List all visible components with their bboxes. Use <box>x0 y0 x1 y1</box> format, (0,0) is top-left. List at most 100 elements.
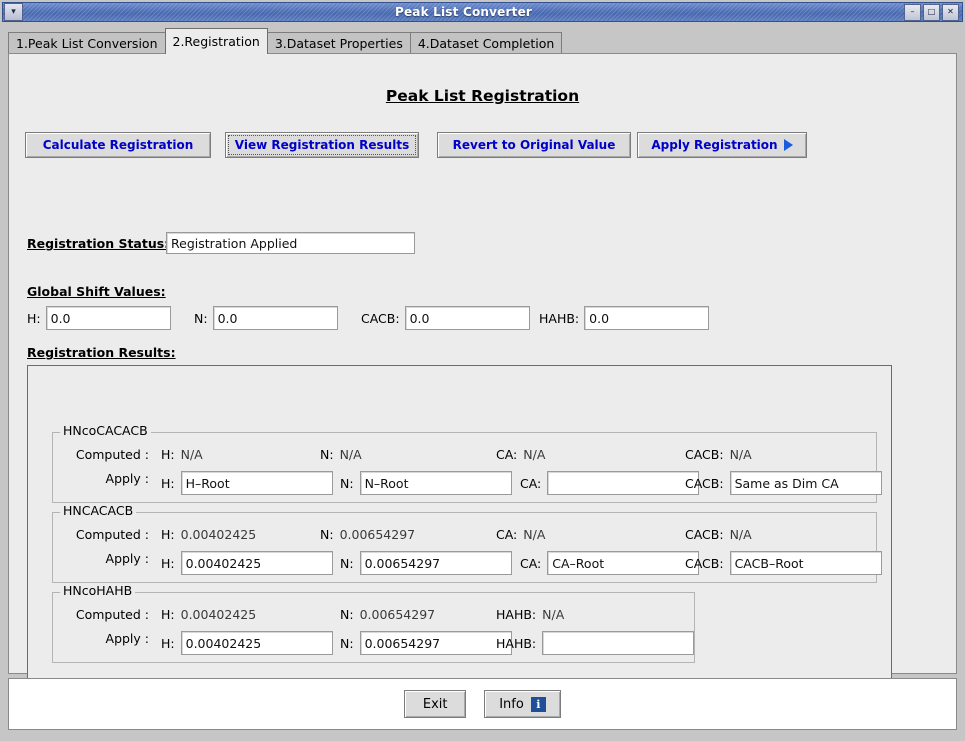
title-bar: ▾ Peak List Converter – □ ✕ <box>2 2 963 22</box>
tab-list: 1.Peak List Conversion 2.Registration 3.… <box>8 28 561 54</box>
group-hncohahb-title: HNcoHAHB <box>60 585 135 598</box>
revert-to-original-value-button[interactable]: Revert to Original Value <box>437 132 631 158</box>
val: 0.00654297 <box>360 607 436 622</box>
group-hncohahb-computed-row: Computed : H: 0.00402425 N: 0.00654297 H… <box>53 607 694 625</box>
hncacacb-apply-ca: CA: CA–Root <box>520 551 699 575</box>
hncacacb-apply-n: N: 0.00654297 <box>340 551 512 575</box>
cap: HAHB: <box>496 636 536 651</box>
hncohahb-apply-h-input[interactable]: 0.00402425 <box>181 631 333 655</box>
hncohahb-computed-n: N: 0.00654297 <box>340 607 435 622</box>
hncohahb-apply-n: N: 0.00654297 <box>340 631 512 655</box>
global-shift-h: H: 0.0 <box>27 306 171 330</box>
global-shift-cacb: CACB: 0.0 <box>361 306 530 330</box>
global-shift-h-input[interactable]: 0.0 <box>46 306 171 330</box>
hncohahb-computed-hahb: HAHB: N/A <box>496 607 564 622</box>
group-hncacacb: HNCACACB Computed : H: 0.00402425 N: 0.0… <box>52 512 877 583</box>
global-shift-values-row: H: 0.0 N: 0.0 CACB: 0.0 HAHB: 0.0 <box>27 306 727 330</box>
minimize-icon[interactable]: – <box>904 4 921 21</box>
registration-status-label: Registration Status: <box>27 236 169 251</box>
tab-dataset-properties[interactable]: 3.Dataset Properties <box>267 32 411 54</box>
group-hncohahb: HNcoHAHB Computed : H: 0.00402425 N: 0.0… <box>52 592 695 663</box>
group-hncacacb-computed-row: Computed : H: 0.00402425 N: 0.00654297 C… <box>53 527 876 545</box>
apply-row-label: Apply : <box>53 471 149 486</box>
cap: CACB: <box>685 476 724 491</box>
group-hncacacb-apply-row: Apply : H: 0.00402425 N: 0.00654297 CA: … <box>53 551 876 575</box>
hncohahb-computed-h: H: 0.00402425 <box>161 607 256 622</box>
val: 0.00654297 <box>340 527 416 542</box>
global-shift-hahb-input[interactable]: 0.0 <box>584 306 709 330</box>
group-hncocacacb-computed-row: Computed : H: N/A N: N/A CA: N/A CACB: <box>53 447 876 465</box>
maximize-icon[interactable]: □ <box>923 4 940 21</box>
global-shift-h-label: H: <box>27 311 41 326</box>
registration-status-field[interactable]: Registration Applied <box>166 232 415 254</box>
cap: N: <box>320 447 334 462</box>
apply-row-label: Apply : <box>53 551 149 566</box>
global-shift-cacb-input[interactable]: 0.0 <box>405 306 530 330</box>
hncohahb-apply-hahb: HAHB: <box>496 631 694 655</box>
cap: CA: <box>496 527 517 542</box>
info-button[interactable]: Info i <box>484 690 561 718</box>
val: N/A <box>523 447 545 462</box>
apply-registration-button[interactable]: Apply Registration <box>637 132 807 158</box>
group-hncohahb-apply-row: Apply : H: 0.00402425 N: 0.00654297 HAHB… <box>53 631 694 655</box>
hncacacb-computed-ca: CA: N/A <box>496 527 545 542</box>
global-shift-n-label: N: <box>194 311 208 326</box>
hncocacacb-computed-n: N: N/A <box>320 447 362 462</box>
tab-registration[interactable]: 2.Registration <box>165 28 268 54</box>
cap: H: <box>161 607 175 622</box>
hncacacb-apply-h-input[interactable]: 0.00402425 <box>181 551 333 575</box>
group-hncacacb-title: HNCACACB <box>60 505 136 518</box>
computed-row-label: Computed : <box>53 447 149 462</box>
hncacacb-apply-n-input[interactable]: 0.00654297 <box>360 551 512 575</box>
hncocacacb-apply-cacb-input[interactable]: Same as Dim CA <box>730 471 882 495</box>
cap: CA: <box>520 556 541 571</box>
exit-button[interactable]: Exit <box>404 690 466 718</box>
hncohahb-apply-n-input[interactable]: 0.00654297 <box>360 631 512 655</box>
hncacacb-apply-cacb-input[interactable]: CACB–Root <box>730 551 882 575</box>
apply-registration-label: Apply Registration <box>651 138 777 152</box>
group-hncocacacb-title: HNcoCACACB <box>60 425 151 438</box>
cap: CACB: <box>685 447 724 462</box>
cap: CA: <box>520 476 541 491</box>
hncocacacb-apply-h: H: H–Root <box>161 471 333 495</box>
hncocacacb-computed-cacb: CACB: N/A <box>685 447 752 462</box>
val: 0.00402425 <box>181 607 257 622</box>
hncohahb-apply-hahb-input[interactable] <box>542 631 694 655</box>
cap: H: <box>161 636 175 651</box>
hncocacacb-apply-ca-input[interactable] <box>547 471 699 495</box>
global-shift-hahb-label: HAHB: <box>539 311 579 326</box>
info-icon: i <box>531 697 546 712</box>
calculate-registration-button[interactable]: Calculate Registration <box>25 132 211 158</box>
global-shift-hahb: HAHB: 0.0 <box>539 306 709 330</box>
hncacacb-computed-cacb: CACB: N/A <box>685 527 752 542</box>
cap: H: <box>161 527 175 542</box>
hncocacacb-apply-ca: CA: <box>520 471 699 495</box>
hncocacacb-apply-h-input[interactable]: H–Root <box>181 471 333 495</box>
global-shift-values-label: Global Shift Values: <box>27 284 166 299</box>
computed-row-label: Computed : <box>53 607 149 622</box>
close-icon[interactable]: ✕ <box>942 4 959 21</box>
val: N/A <box>523 527 545 542</box>
hncacacb-computed-h: H: 0.00402425 <box>161 527 256 542</box>
cap: HAHB: <box>496 607 536 622</box>
cap: N: <box>340 476 354 491</box>
val: 0.00402425 <box>181 527 257 542</box>
apply-row-label: Apply : <box>53 631 149 646</box>
group-hncocacacb-apply-row: Apply : H: H–Root N: N–Root CA: CACB: <box>53 471 876 495</box>
hncacacb-apply-ca-input[interactable]: CA–Root <box>547 551 699 575</box>
tab-dataset-completion[interactable]: 4.Dataset Completion <box>410 32 562 54</box>
exit-button-label: Exit <box>423 697 448 712</box>
hncocacacb-apply-n-input[interactable]: N–Root <box>360 471 512 495</box>
cap: N: <box>340 607 354 622</box>
view-registration-results-button[interactable]: View Registration Results <box>225 132 419 158</box>
hncocacacb-apply-cacb: CACB: Same as Dim CA <box>685 471 882 495</box>
page-title: Peak List Registration <box>9 87 956 105</box>
footer-bar: Exit Info i <box>8 678 957 730</box>
tab-peak-list-conversion[interactable]: 1.Peak List Conversion <box>8 32 166 54</box>
hncacacb-apply-h: H: 0.00402425 <box>161 551 333 575</box>
hncacacb-apply-cacb: CACB: CACB–Root <box>685 551 882 575</box>
cap: CA: <box>496 447 517 462</box>
global-shift-n-input[interactable]: 0.0 <box>213 306 338 330</box>
chevron-down-icon[interactable]: ▾ <box>4 3 23 21</box>
calculate-registration-label: Calculate Registration <box>43 138 194 152</box>
